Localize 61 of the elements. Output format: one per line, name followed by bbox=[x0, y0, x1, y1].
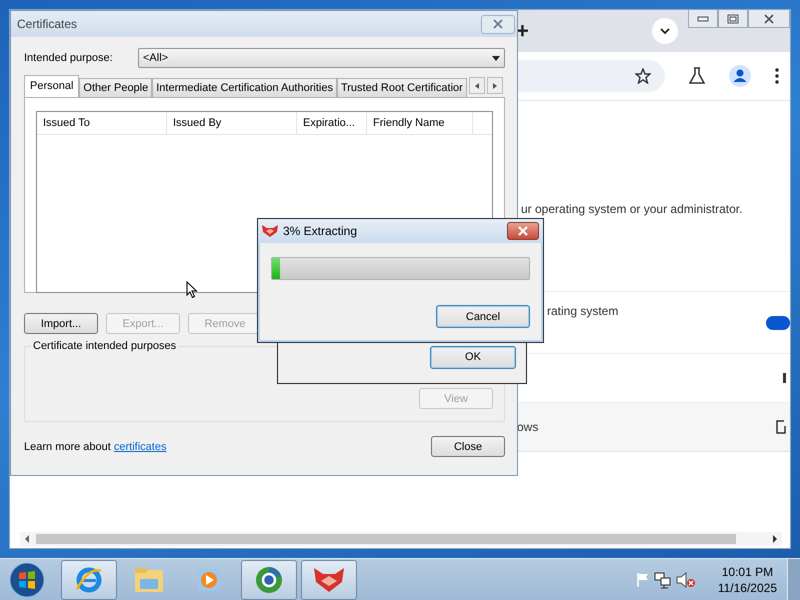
tab[interactable]: Personal bbox=[24, 75, 80, 97]
muted-speaker-icon[interactable] bbox=[676, 572, 696, 588]
menu-icon[interactable] bbox=[775, 68, 779, 84]
fox-icon bbox=[312, 566, 346, 594]
minimize-icon bbox=[696, 16, 709, 22]
close-button[interactable] bbox=[507, 222, 539, 240]
close-dialog-button[interactable]: Close bbox=[431, 436, 505, 457]
star-icon[interactable] bbox=[635, 68, 651, 84]
fox-app-icon bbox=[261, 224, 279, 238]
play-icon bbox=[196, 566, 222, 592]
purpose-dropdown[interactable]: <All> bbox=[138, 48, 505, 68]
certificates-link[interactable]: certificates bbox=[114, 440, 166, 452]
left-arrow-icon bbox=[474, 82, 479, 88]
action-button[interactable]: Import... bbox=[24, 313, 98, 334]
row-label: ows bbox=[517, 420, 540, 434]
horizontal-scrollbar[interactable] bbox=[20, 532, 782, 546]
profile-icon[interactable] bbox=[729, 65, 751, 87]
column-header[interactable]: Expiratio... bbox=[297, 112, 367, 134]
close-icon bbox=[492, 19, 504, 29]
taskbar-button[interactable] bbox=[61, 560, 117, 600]
tab-scroll-right-button[interactable] bbox=[486, 77, 503, 94]
start-button[interactable] bbox=[9, 562, 45, 598]
maximize-icon bbox=[726, 14, 739, 24]
scroll-right-icon[interactable] bbox=[772, 535, 778, 543]
folder-icon bbox=[133, 566, 165, 594]
purpose-label: Intended purpose: bbox=[24, 52, 114, 64]
tab-scroll-left-button[interactable] bbox=[468, 77, 485, 94]
setting-label: rating system bbox=[547, 304, 620, 318]
dropdown-arrow-icon bbox=[492, 56, 500, 60]
chevron-icon[interactable] bbox=[652, 18, 678, 44]
taskbar-button[interactable] bbox=[301, 560, 357, 600]
scroll-left-icon[interactable] bbox=[24, 535, 30, 543]
globe-icon bbox=[254, 564, 284, 594]
column-header[interactable]: Friendly Name bbox=[367, 112, 473, 134]
network-icon[interactable] bbox=[654, 570, 672, 588]
right-arrow-icon bbox=[492, 82, 497, 88]
cancel-button[interactable]: Cancel bbox=[436, 305, 530, 328]
learn-more-text: Learn more about certificates bbox=[24, 440, 166, 452]
close-button[interactable] bbox=[748, 10, 790, 28]
tab[interactable]: Other People bbox=[79, 78, 152, 97]
tab[interactable]: Trusted Root Certificatior bbox=[336, 78, 467, 97]
tab[interactable]: Intermediate Certification Authorities bbox=[152, 78, 337, 97]
minimize-button[interactable] bbox=[688, 10, 718, 28]
flask-icon[interactable] bbox=[689, 67, 705, 85]
close-button[interactable] bbox=[481, 14, 515, 34]
ok-button[interactable]: OK bbox=[430, 346, 516, 368]
dialog-title: 3% Extracting bbox=[283, 224, 358, 238]
taskbar-button[interactable] bbox=[241, 560, 297, 600]
policy-notice: ur operating system or your administrator. bbox=[521, 202, 742, 216]
maximize-button[interactable] bbox=[718, 10, 748, 28]
close-icon bbox=[762, 14, 775, 24]
close-icon bbox=[517, 226, 529, 236]
clock-date[interactable]: 11/16/2025 bbox=[718, 580, 777, 596]
clock-time[interactable]: 10:01 PM bbox=[722, 564, 774, 580]
column-header[interactable]: Issued By bbox=[167, 112, 297, 134]
window-title: Certificates bbox=[17, 17, 78, 31]
toggle-switch[interactable] bbox=[766, 316, 790, 330]
column-header[interactable]: Issued To bbox=[37, 112, 167, 134]
e-globe-icon bbox=[74, 564, 104, 594]
open-external-icon[interactable] bbox=[776, 420, 786, 434]
group-label: Certificate intended purposes bbox=[31, 340, 178, 352]
